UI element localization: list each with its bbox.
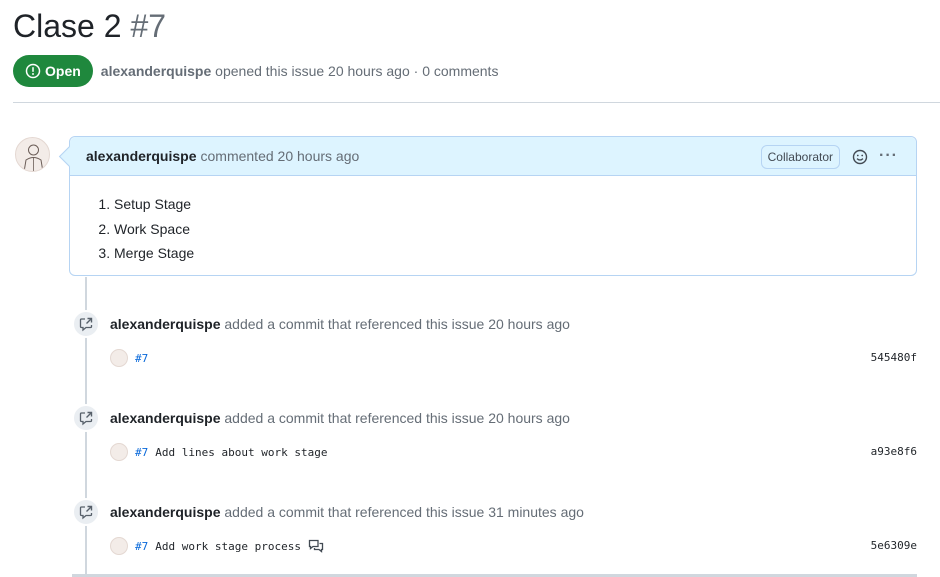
issue-title: Clase 2 <box>13 8 122 44</box>
status-label: Open <box>45 63 81 79</box>
comment-body: Setup Stage Work Space Merge Stage <box>70 176 916 266</box>
issue-header: Clase 2 #7 <box>13 8 166 48</box>
avatar[interactable] <box>110 349 128 367</box>
event-author-link[interactable]: alexanderquispe <box>110 504 221 520</box>
kebab-menu-icon[interactable]: ··· <box>879 147 898 165</box>
comment-card: alexanderquispe commented 20 hours ago C… <box>69 136 917 276</box>
comment-timestamp[interactable]: commented 20 hours ago <box>201 148 360 164</box>
commit-row: #7 Add lines about work stage a93e8f6 <box>110 442 917 462</box>
event-author-link[interactable]: alexanderquispe <box>110 410 221 426</box>
commit-message[interactable]: Add lines about work stage <box>155 446 327 459</box>
collaborator-badge: Collaborator <box>760 145 840 169</box>
status-badge: Open <box>13 55 93 87</box>
avatar[interactable] <box>15 137 50 172</box>
cross-reference-icon <box>72 404 100 432</box>
event-action: added a commit that referenced this issu… <box>224 504 584 520</box>
commit-issue-link[interactable]: #7 <box>135 352 148 365</box>
avatar-illustration-icon <box>23 144 44 171</box>
event-action: added a commit that referenced this issu… <box>224 316 570 332</box>
event-description: alexanderquispe added a commit that refe… <box>110 316 570 332</box>
event-action: added a commit that referenced this issu… <box>224 410 570 426</box>
timeline-event: alexanderquispe added a commit that refe… <box>72 310 917 390</box>
avatar[interactable] <box>110 443 128 461</box>
list-item: Work Space <box>114 217 916 242</box>
issue-open-icon <box>25 63 41 79</box>
comment-author-link[interactable]: alexanderquispe <box>86 148 197 164</box>
comment-discussion-icon[interactable] <box>308 538 324 554</box>
comment-header: alexanderquispe commented 20 hours ago C… <box>70 137 916 176</box>
commit-row: #7 Add work stage process 5e6309e <box>110 536 917 556</box>
list-item: Merge Stage <box>114 241 916 266</box>
issue-number: #7 <box>130 8 167 44</box>
timeline-event: alexanderquispe added a commit that refe… <box>72 404 917 484</box>
timeline-event: alexanderquispe added a commit that refe… <box>72 498 917 577</box>
issue-meta: Open alexanderquispe opened this issue 2… <box>13 55 498 87</box>
commit-row: #7 545480f <box>110 348 917 368</box>
event-description: alexanderquispe added a commit that refe… <box>110 410 570 426</box>
commit-message[interactable]: Add work stage process <box>155 540 301 553</box>
commit-sha-link[interactable]: 545480f <box>871 351 917 364</box>
event-author-link[interactable]: alexanderquispe <box>110 316 221 332</box>
header-divider <box>13 102 940 103</box>
issue-author-link[interactable]: alexanderquispe <box>101 63 212 79</box>
cross-reference-icon <box>72 498 100 526</box>
commit-issue-link[interactable]: #7 <box>135 540 148 553</box>
avatar[interactable] <box>110 537 128 555</box>
issue-opened-text: opened this issue 20 hours ago · 0 comme… <box>215 63 499 79</box>
event-description: alexanderquispe added a commit that refe… <box>110 504 584 520</box>
comment-list: Setup Stage Work Space Merge Stage <box>98 192 916 266</box>
cross-reference-icon <box>72 310 100 338</box>
commit-sha-link[interactable]: a93e8f6 <box>871 445 917 458</box>
commit-issue-link[interactable]: #7 <box>135 446 148 459</box>
issue-meta-text: alexanderquispe opened this issue 20 hou… <box>101 63 499 79</box>
smiley-icon[interactable] <box>852 149 868 165</box>
commit-sha-link[interactable]: 5e6309e <box>871 539 917 552</box>
list-item: Setup Stage <box>114 192 916 217</box>
